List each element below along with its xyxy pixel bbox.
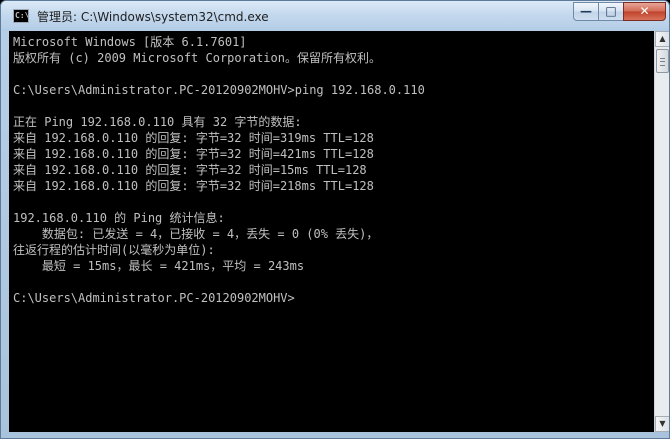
arrow-down-icon: ▼ [659,419,666,428]
minimize-icon: — [580,4,592,18]
console-line: 数据包: 已发送 = 4，已接收 = 4，丢失 = 0 (0% 丢失)， [13,227,379,241]
cmd-icon[interactable]: C:\ [13,9,29,23]
console-text: Microsoft Windows [版本 6.1.7601] 版权所有 (c) … [9,31,654,418]
console-line: 来自 192.168.0.110 的回复: 字节=32 时间=15ms TTL=… [13,163,367,177]
close-button[interactable]: ✕ [623,2,666,21]
console-line: C:\Users\Administrator.PC-20120902MOHV>p… [13,83,425,97]
grip-icon [660,58,665,66]
arrow-up-icon: ▲ [659,34,666,43]
vertical-scrollbar[interactable]: ▲ ▼ [654,31,669,432]
maximize-icon: □ [605,4,617,18]
console-line: 192.168.0.110 的 Ping 统计信息: [13,211,225,225]
console-line: 版权所有 (c) 2009 Microsoft Corporation。保留所有… [13,51,381,65]
title-bar[interactable]: C:\ 管理员: C:\Windows\system32\cmd.exe — □… [1,1,669,31]
scroll-thumb[interactable] [656,49,669,73]
scroll-up-button[interactable]: ▲ [655,31,669,47]
console-line: 往返行程的估计时间(以毫秒为单位): [13,243,215,257]
close-icon: ✕ [639,4,650,18]
console-line: 来自 192.168.0.110 的回复: 字节=32 时间=421ms TTL… [13,147,374,161]
scroll-down-button[interactable]: ▼ [655,416,669,432]
cmd-window: C:\ 管理员: C:\Windows\system32\cmd.exe — □… [0,0,670,439]
console-line: C:\Users\Administrator.PC-20120902MOHV> [13,291,295,305]
console-line: Microsoft Windows [版本 6.1.7601] [13,35,247,49]
minimize-button[interactable]: — [573,2,599,21]
console-line: 来自 192.168.0.110 的回复: 字节=32 时间=319ms TTL… [13,131,374,145]
console-line: 最短 = 15ms，最长 = 421ms，平均 = 243ms [13,259,305,273]
console-output[interactable]: Microsoft Windows [版本 6.1.7601] 版权所有 (c) … [9,31,654,432]
console-line: 来自 192.168.0.110 的回复: 字节=32 时间=218ms TTL… [13,179,374,193]
window-title: 管理员: C:\Windows\system32\cmd.exe [37,10,269,24]
maximize-button[interactable]: □ [598,2,624,21]
console-line: 正在 Ping 192.168.0.110 具有 32 字节的数据: [13,115,302,129]
